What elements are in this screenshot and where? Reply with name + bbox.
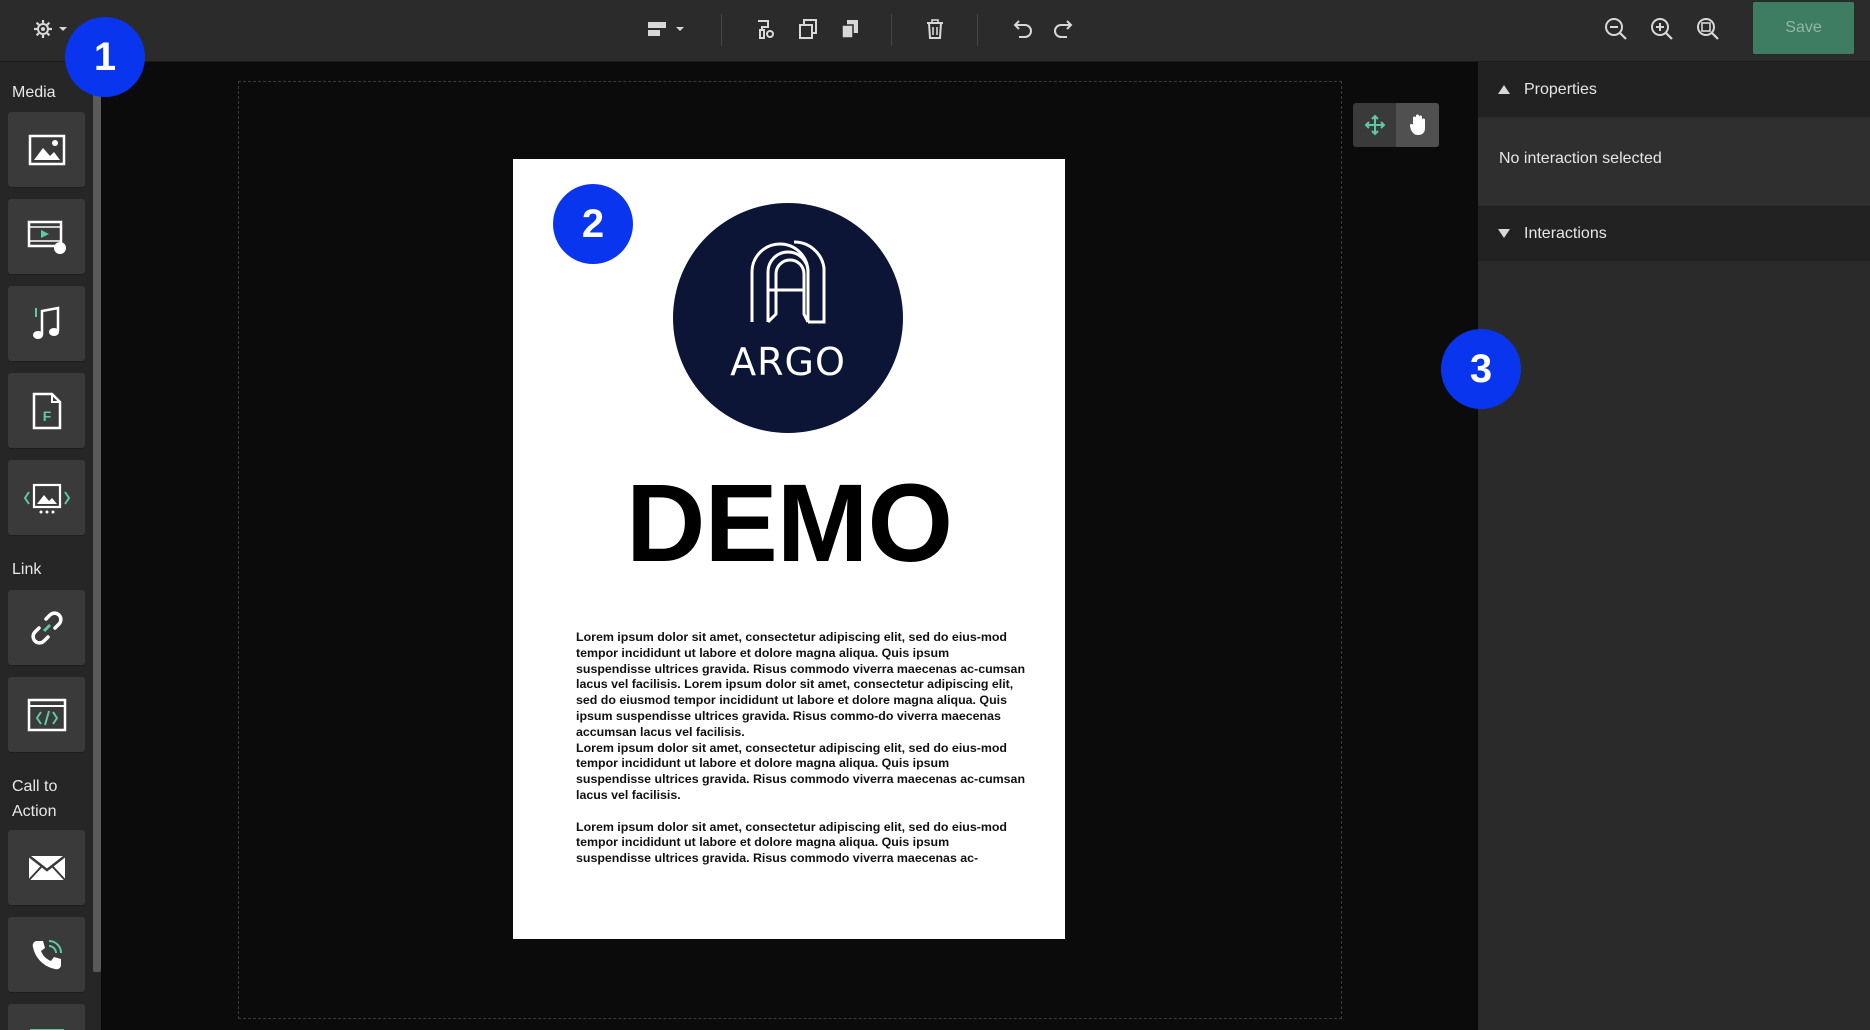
zoom-out-icon [1605,18,1627,40]
style-copy-button[interactable] [752,14,778,44]
section-label-call-to-action: Call to Action [12,778,58,820]
zoom-in-button[interactable] [1648,14,1676,44]
callout-marker-1: 1 [65,17,145,97]
redo-icon [1054,20,1073,38]
section-label-link: Link [12,561,42,578]
expand-caret-icon [1498,229,1510,238]
add-file-tool[interactable]: F [8,373,85,448]
page-title: DEMO [626,462,953,585]
add-audio-tool[interactable] [8,286,85,361]
zoom-fit-button[interactable] [1694,14,1722,44]
video-icon [27,220,66,254]
properties-header[interactable]: Properties [1478,62,1870,117]
redo-button[interactable] [1050,14,1078,44]
sidebar-scrollbar[interactable] [93,92,101,972]
undo-icon [1013,20,1032,38]
body-paragraph: Lorem ipsum dolor sit amet, consectetur … [576,819,1007,866]
form-icon [29,1028,64,1030]
gear-icon [34,20,67,38]
email-icon [27,854,66,881]
align-menu-button[interactable] [645,14,687,44]
add-email-tool[interactable] [8,830,85,905]
callout-marker-2: 2 [553,184,633,264]
add-image-tool[interactable] [8,112,85,187]
top-toolbar: Save [0,0,1870,62]
empty-state-message: No interaction selected [1499,150,1662,167]
undo-button[interactable] [1008,14,1036,44]
delete-button[interactable] [922,14,948,44]
settings-menu-button[interactable] [30,14,72,44]
duplicate-icon [799,19,817,39]
properties-body: No interaction selected [1478,118,1870,205]
section-label-media: Media [12,84,56,101]
move-icon [1364,114,1385,136]
add-link-tool[interactable] [8,590,85,665]
document-page[interactable]: ARGO DEMO Lorem ipsum dolor sit amet, co… [513,159,1065,939]
trash-icon [927,19,943,39]
embed-code-icon [27,698,66,731]
interactions-header[interactable]: Interactions [1478,206,1870,261]
body-text-block: Lorem ipsum dolor sit amet, consectetur … [576,630,1026,867]
paste-button[interactable] [837,14,863,44]
svg-text:F: F [42,408,51,424]
pan-mode-button[interactable] [1396,103,1439,147]
save-button[interactable]: Save [1753,2,1854,54]
image-icon [28,134,65,165]
argo-logo: ARGO [673,203,903,433]
align-icon [648,22,684,36]
callout-marker-3: 3 [1441,329,1521,409]
paste-icon [841,20,858,39]
file-icon: F [32,392,61,429]
zoom-in-icon [1651,18,1673,40]
zoom-fit-icon [1697,18,1719,40]
add-embed-tool[interactable] [8,677,85,752]
add-phone-tool[interactable] [8,917,85,992]
zoom-out-button[interactable] [1602,14,1630,44]
audio-icon [32,305,59,339]
link-icon [30,610,63,645]
duplicate-button[interactable] [795,14,821,44]
body-paragraph: Lorem ipsum dolor sit amet, consectetur … [576,630,1026,739]
interactions-label: Interactions [1524,224,1607,242]
canvas-mode-toggle [1353,103,1439,147]
element-sidebar: Media F Link Call to Action [0,62,101,1030]
phone-icon [32,939,62,969]
inspector-panel: Properties No interaction selected Inter… [1478,62,1870,1030]
gallery-icon [23,483,70,513]
hand-icon [1409,114,1425,135]
add-video-tool[interactable] [8,199,85,274]
properties-label: Properties [1524,80,1597,98]
arch-logo-icon [750,240,826,324]
add-more-tool[interactable] [8,1004,85,1030]
logo-wordmark: ARGO [730,340,846,384]
move-mode-button[interactable] [1353,103,1396,147]
collapse-caret-icon [1498,85,1510,94]
body-paragraph: Lorem ipsum dolor sit amet, consectetur … [576,740,1026,802]
paint-format-icon [758,20,774,39]
add-gallery-tool[interactable] [8,460,85,535]
